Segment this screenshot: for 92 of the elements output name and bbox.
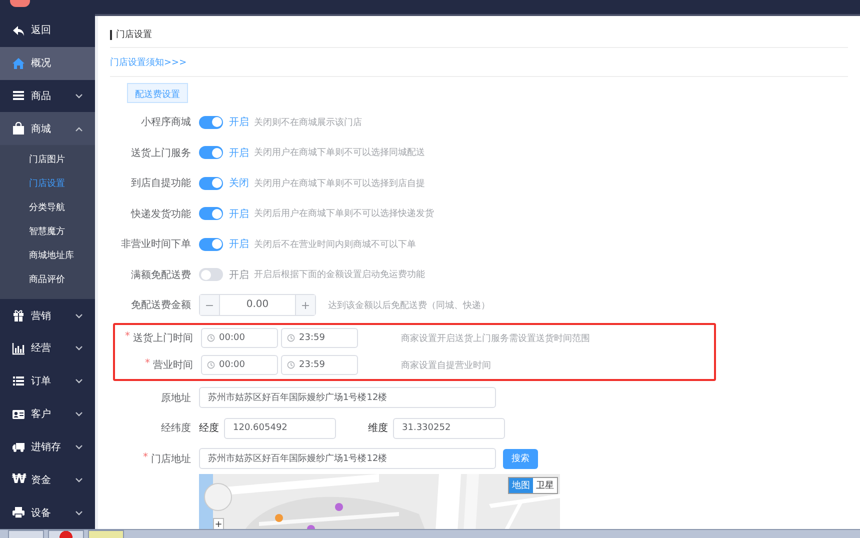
sidebar-item[interactable]: 商城	[0, 112, 95, 146]
zoom-in-button[interactable]: +	[213, 518, 224, 529]
sidebar-item[interactable]: ₩ 资金	[0, 463, 95, 496]
id-card-icon	[12, 408, 25, 421]
title-marker	[110, 30, 112, 40]
taskbar-button[interactable]	[48, 530, 84, 538]
toggle-switch[interactable]	[199, 238, 223, 251]
clock-icon	[207, 361, 215, 369]
sidebar-item[interactable]: 进销存	[0, 430, 95, 464]
required-mark: *	[125, 331, 130, 344]
clock-icon	[207, 334, 215, 342]
field-label: 免配送费金额	[131, 298, 191, 312]
address-field[interactable]: 苏州市姑苏区好百年国际嫚纱广场1号楼12楼	[199, 387, 496, 408]
field-label: 门店地址	[151, 452, 191, 466]
submenu-item[interactable]: 商品评价	[0, 267, 95, 292]
sidebar-item[interactable]: 返回	[0, 14, 95, 47]
chevron-down-icon	[75, 444, 83, 450]
chevron-down-icon	[75, 345, 83, 352]
home-icon	[12, 56, 25, 70]
field-label: 送货上门时间	[133, 332, 193, 345]
field-label: 小程序商城	[141, 116, 191, 130]
field-label: 到店自提功能	[131, 176, 191, 190]
sidebar-item[interactable]: 订单	[0, 364, 95, 398]
gift-icon	[12, 309, 25, 322]
hint-text: 关闭后不在营业时间内则商城不可以下单	[254, 238, 416, 251]
chevron-down-icon	[75, 411, 83, 418]
hint-text: 达到该金额以后免配送费（同城、快递）	[328, 300, 490, 312]
time-field[interactable]: 23:59	[281, 355, 358, 375]
chevron-down-icon	[75, 476, 83, 483]
chevron-down-icon	[75, 510, 83, 516]
hint-text: 关闭后用户在商城下单则不可以选择快递发货	[254, 208, 434, 220]
taskbar-button[interactable]	[88, 530, 124, 538]
currency-icon: ₩	[12, 473, 25, 486]
hint-text: 商家设置开启送货上门服务需设置送货时间范围	[401, 332, 590, 344]
hint-text: 关闭用户在商城下单则不可以选择同城配送	[254, 146, 425, 160]
chevron-down-icon	[75, 92, 83, 99]
field-label: 原地址	[161, 392, 191, 405]
taskbar-button[interactable]	[8, 530, 44, 538]
submenu-item[interactable]: 商城地址库	[0, 243, 95, 268]
submenu-item[interactable]: 智慧魔方	[0, 219, 95, 244]
hint-text: 关闭用户在商城下单则不可以选择到店自提	[254, 178, 425, 190]
switch-status: 开启	[229, 116, 250, 130]
field-label: 非营业时间下单	[121, 238, 191, 252]
chevron-down-icon	[75, 378, 83, 384]
hint-text: 开启后根据下面的金额设置启动免运费功能	[254, 268, 425, 282]
toggle-switch[interactable]	[199, 268, 223, 282]
field-label: 满额免配送费	[131, 268, 191, 282]
toggle-switch[interactable]	[199, 116, 223, 129]
sidebar-item[interactable]: 商品	[0, 80, 95, 112]
menu-icon	[12, 89, 25, 102]
field-label: 送货上门服务	[131, 146, 191, 160]
field-label: 经纬度	[161, 422, 191, 436]
chevron-up-icon	[75, 126, 83, 132]
list-icon	[12, 374, 25, 388]
switch-status: 关闭	[229, 176, 250, 190]
field-label: 快递发货功能	[131, 208, 191, 221]
chevron-down-icon	[75, 312, 83, 319]
sidebar-item[interactable]: 概况	[0, 46, 95, 80]
truck-icon	[12, 440, 25, 454]
hint-text: 商家设置自提营业时间	[401, 360, 491, 372]
hint-text: 关闭则不在商城展示该门店	[254, 116, 362, 129]
required-mark: *	[143, 452, 148, 465]
required-mark: *	[145, 358, 150, 371]
printer-icon	[12, 506, 25, 520]
submenu-item[interactable]: 门店图片	[0, 147, 95, 172]
sidebar-item[interactable]: 营销	[0, 299, 95, 332]
longitude-field[interactable]: 120.605492	[224, 418, 336, 439]
switch-status: 开启	[229, 208, 250, 221]
sidebar-item[interactable]: 设备	[0, 496, 95, 530]
time-field[interactable]: 00:00	[201, 355, 278, 375]
address-field[interactable]: 苏州市姑苏区好百年国际嫚纱广场1号楼12楼	[199, 448, 496, 470]
time-field[interactable]: 00:00	[201, 328, 278, 348]
sidebar-item[interactable]: 客户	[0, 398, 95, 431]
switch-status: 开启	[229, 238, 250, 252]
field-label: 维度	[368, 422, 388, 436]
toggle-switch[interactable]	[199, 146, 223, 160]
shopping-bag-icon	[12, 122, 25, 136]
field-label: 经度	[199, 422, 219, 436]
toggle-switch[interactable]	[199, 207, 223, 220]
clock-icon	[287, 334, 295, 342]
bar-chart-icon	[12, 342, 25, 355]
field-label: 营业时间	[153, 358, 193, 372]
sidebar-item[interactable]: 经营	[0, 332, 95, 365]
switch-status: 开启	[229, 268, 250, 282]
back-arrow-icon	[12, 24, 25, 37]
clock-icon	[287, 361, 295, 369]
time-field[interactable]: 23:59	[281, 328, 358, 348]
latitude-field[interactable]: 31.330252	[393, 418, 505, 439]
submenu-item[interactable]: 分类导航	[0, 195, 95, 220]
switch-status: 开启	[229, 146, 250, 160]
page-title: 门店设置	[116, 28, 152, 41]
toggle-switch[interactable]	[199, 176, 223, 190]
